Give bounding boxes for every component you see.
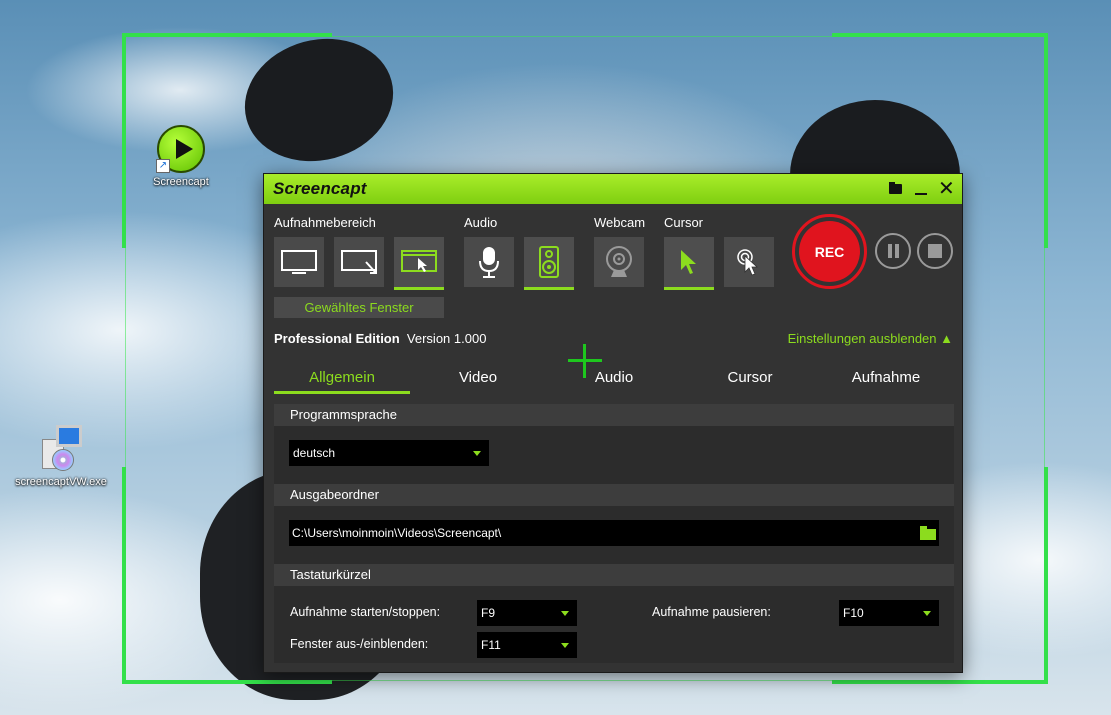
crosshair-icon bbox=[568, 344, 602, 378]
hotkey-pause-label: Aufnahme pausieren: bbox=[652, 605, 771, 619]
hotkey-start-stop-select[interactable]: F9 bbox=[477, 600, 577, 626]
pause-button[interactable] bbox=[875, 233, 911, 269]
record-label: REC bbox=[799, 221, 860, 282]
group-header-output: Ausgabeordner bbox=[274, 484, 954, 506]
chevron-down-icon bbox=[561, 643, 569, 648]
desktop-icon-screencapt[interactable]: ↗ Screencapt bbox=[146, 125, 216, 188]
section-label-audio: Audio bbox=[464, 215, 498, 230]
microphone-button[interactable] bbox=[464, 237, 514, 287]
browse-folder-icon[interactable] bbox=[920, 526, 936, 540]
cursor-click-highlight-button[interactable] bbox=[724, 237, 774, 287]
webcam-button[interactable] bbox=[594, 237, 644, 287]
close-icon[interactable]: ✕ bbox=[938, 179, 955, 199]
resize-region-icon bbox=[341, 250, 377, 274]
microphone-icon bbox=[479, 247, 499, 278]
screencapt-window: Screencapt ✕ Aufnahmebereich Audio Webca… bbox=[263, 173, 963, 673]
hotkey-pause-select[interactable]: F10 bbox=[839, 600, 939, 626]
section-label-webcam: Webcam bbox=[594, 215, 646, 230]
window-mode-button[interactable] bbox=[394, 237, 444, 290]
hotkey-toggle-window-value: F11 bbox=[481, 638, 501, 652]
tab-video[interactable]: Video bbox=[410, 367, 546, 394]
hotkey-start-stop-value: F9 bbox=[481, 606, 496, 620]
desktop-icon-installer[interactable]: screencaptVW.exe bbox=[12, 425, 110, 488]
group-header-hotkeys: Tastaturkürzel bbox=[274, 564, 954, 586]
tab-cursor[interactable]: Cursor bbox=[682, 367, 818, 394]
record-button[interactable]: REC bbox=[792, 214, 867, 289]
hide-settings-link[interactable]: Einstellungen ausblenden ▲ bbox=[788, 331, 953, 346]
output-folder-field[interactable]: C:\Users\moinmoin\Videos\Screencapt\ bbox=[289, 520, 939, 546]
tab-allgemein[interactable]: Allgemein bbox=[274, 367, 410, 394]
language-select[interactable]: deutsch bbox=[289, 440, 489, 466]
selected-window-button[interactable]: Gewähltes Fenster bbox=[274, 297, 444, 318]
open-folder-icon[interactable] bbox=[888, 181, 904, 197]
hotkey-start-stop-label: Aufnahme starten/stoppen: bbox=[290, 605, 441, 619]
region-mode-button[interactable] bbox=[334, 237, 384, 287]
output-path-value: C:\Users\moinmoin\Videos\Screencapt\ bbox=[292, 526, 502, 540]
installer-icon bbox=[36, 425, 86, 473]
tab-audio[interactable]: Audio bbox=[546, 367, 682, 394]
tab-aufnahme[interactable]: Aufnahme bbox=[818, 367, 954, 394]
fullscreen-mode-button[interactable] bbox=[274, 237, 324, 287]
system-audio-button[interactable] bbox=[524, 237, 574, 290]
app-title: Screencapt bbox=[273, 179, 367, 198]
settings-tabs: Allgemein Video Audio Cursor Aufnahme bbox=[274, 367, 954, 394]
stop-button[interactable] bbox=[917, 233, 953, 269]
minimize-icon[interactable] bbox=[913, 181, 929, 197]
show-cursor-button[interactable] bbox=[664, 237, 714, 290]
hotkey-toggle-window-label: Fenster aus-/einblenden: bbox=[290, 637, 429, 651]
chevron-down-icon bbox=[473, 451, 481, 456]
hotkey-toggle-window-select[interactable]: F11 bbox=[477, 632, 577, 658]
shortcut-arrow-icon: ↗ bbox=[156, 159, 170, 173]
cursor-arrow-icon bbox=[681, 250, 696, 274]
edition-info: Professional Edition Version 1.000 bbox=[274, 331, 486, 346]
titlebar[interactable]: Screencapt ✕ bbox=[264, 174, 962, 204]
window-select-icon bbox=[401, 250, 437, 272]
webcam-icon bbox=[606, 246, 632, 277]
chevron-down-icon bbox=[923, 611, 931, 616]
chevron-down-icon bbox=[561, 611, 569, 616]
settings-panel: Programmsprache deutsch Ausgabeordner C:… bbox=[274, 399, 954, 667]
language-value: deutsch bbox=[293, 446, 336, 460]
hotkey-pause-value: F10 bbox=[843, 606, 864, 620]
desktop-icon-label: Screencapt bbox=[153, 176, 209, 188]
cursor-click-icon bbox=[737, 249, 759, 276]
section-label-cursor: Cursor bbox=[664, 215, 704, 230]
version-label: Version 1.000 bbox=[406, 331, 487, 346]
speaker-icon bbox=[539, 246, 559, 278]
section-label-area: Aufnahmebereich bbox=[274, 215, 376, 230]
desktop-icon-label: screencaptVW.exe bbox=[15, 476, 107, 488]
group-header-language: Programmsprache bbox=[274, 404, 954, 426]
monitor-icon bbox=[281, 250, 317, 274]
edition-name: Professional Edition bbox=[274, 331, 400, 346]
